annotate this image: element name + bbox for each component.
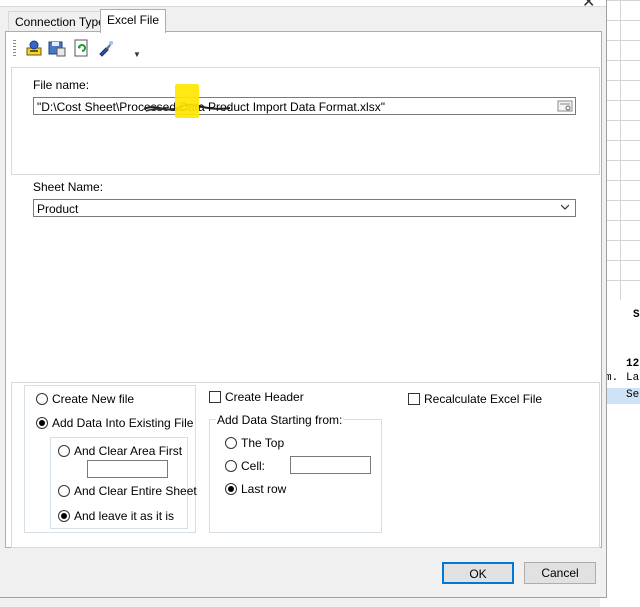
ok-button[interactable]: OK xyxy=(442,562,514,584)
browse-icon[interactable] xyxy=(557,100,573,112)
tab-excel-file[interactable]: Excel File xyxy=(100,9,167,33)
sheet-name-label: Sheet Name: xyxy=(33,180,104,194)
ok-button-label: OK xyxy=(469,567,487,581)
dropdown-arrow-icon[interactable]: ▼ xyxy=(133,50,141,59)
title-bar xyxy=(0,0,606,7)
recalculate-checkbox[interactable] xyxy=(408,393,420,405)
excel-export-dialog: ✕ Connection Type Excel File ▼ File name… xyxy=(0,0,607,598)
save-settings-icon[interactable] xyxy=(48,39,66,57)
last-row-label: Last row xyxy=(241,482,287,496)
leave-as-is-radio[interactable] xyxy=(58,510,70,522)
clear-area-label: And Clear Area First xyxy=(74,444,183,458)
connect-icon[interactable] xyxy=(25,39,43,57)
clear-entire-sheet-label: And Clear Entire Sheet xyxy=(74,484,197,498)
cell-label: Cell: xyxy=(241,459,266,473)
refresh-icon[interactable] xyxy=(73,39,91,57)
create-new-file-label: Create New file xyxy=(52,392,135,406)
tab-connection-type[interactable]: Connection Type xyxy=(8,11,112,32)
file-name-label: File name: xyxy=(33,78,90,92)
clear-area-input[interactable] xyxy=(87,460,168,478)
file-name-input[interactable]: "D:\Cost Sheet\Processed Data Product Im… xyxy=(33,97,576,115)
clear-entire-sheet-radio[interactable] xyxy=(58,485,70,497)
add-existing-file-label: Add Data Into Existing File xyxy=(52,416,194,430)
file-name-group xyxy=(11,67,600,175)
sheet-name-value: Product xyxy=(37,202,79,216)
create-header-checkbox[interactable] xyxy=(209,391,221,403)
cell-input[interactable] xyxy=(290,456,371,474)
chevron-down-icon xyxy=(561,204,569,210)
background-cell: 12 xyxy=(626,358,640,370)
create-new-file-radio[interactable] xyxy=(36,393,48,405)
tab-label: Excel File xyxy=(107,13,160,27)
tab-label: Connection Type xyxy=(15,15,105,29)
cell-radio[interactable] xyxy=(225,460,237,472)
leave-as-is-label: And leave it as it is xyxy=(74,509,175,523)
last-row-radio[interactable] xyxy=(225,483,237,495)
background-cell: Se xyxy=(626,389,640,401)
the-top-label: The Top xyxy=(241,436,285,450)
the-top-radio[interactable] xyxy=(225,437,237,449)
create-header-label: Create Header xyxy=(225,390,304,404)
close-icon[interactable]: ✕ xyxy=(582,0,595,12)
add-existing-file-radio[interactable] xyxy=(36,417,48,429)
yellow-highlight-mark xyxy=(175,84,199,118)
start-position-legend: Add Data Starting from: xyxy=(216,413,344,427)
brush-icon[interactable] xyxy=(97,39,115,57)
clear-area-radio[interactable] xyxy=(58,445,70,457)
sheet-name-select[interactable]: Product xyxy=(33,199,576,217)
toolbar-grip[interactable] xyxy=(13,40,16,58)
background-cell: La xyxy=(626,372,640,384)
cancel-button[interactable]: Cancel xyxy=(524,562,596,584)
recalculate-label: Recalculate Excel File xyxy=(424,392,543,406)
start-position-group xyxy=(209,419,382,533)
cancel-button-label: Cancel xyxy=(541,566,579,580)
background-cell: S xyxy=(633,309,640,321)
